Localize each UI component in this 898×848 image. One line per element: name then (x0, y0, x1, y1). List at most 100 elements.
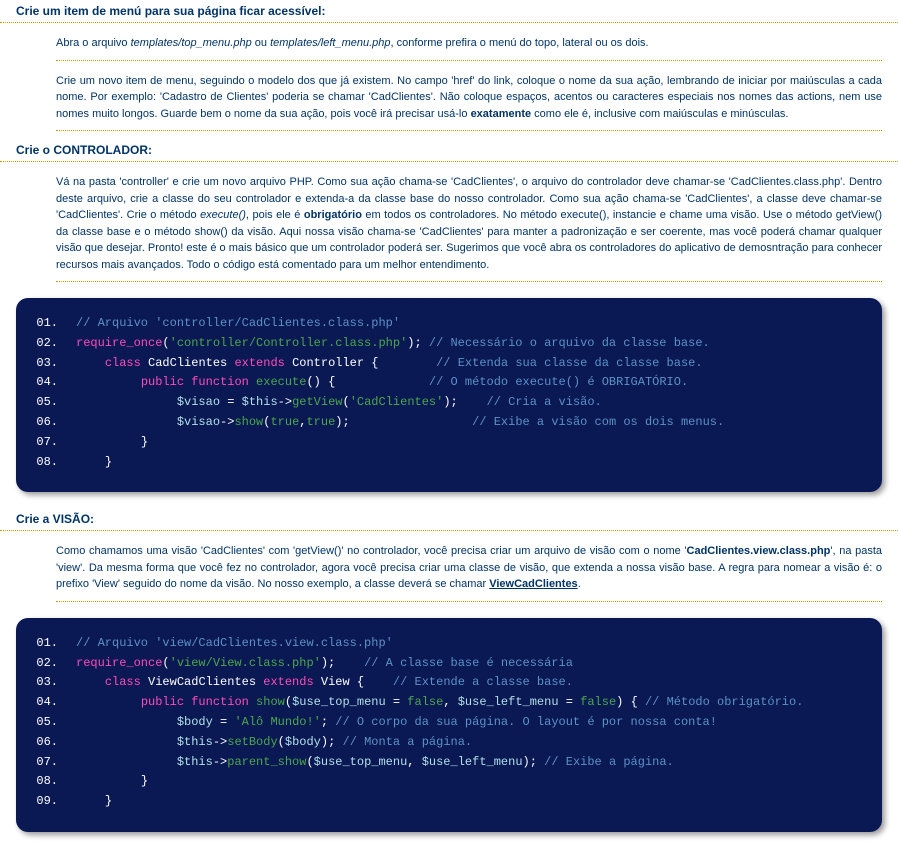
code-bool: true (306, 413, 335, 433)
code-fn: parent_show (227, 753, 306, 773)
line-number: 02. (28, 334, 76, 354)
code-op: ); (443, 393, 457, 413)
code-kw: class (105, 354, 141, 374)
code-fn: show (256, 693, 285, 713)
code-line: 08. } (28, 453, 870, 473)
code-var: $visao (177, 413, 220, 433)
code-op: ; (321, 713, 328, 733)
code-sp (227, 713, 234, 733)
section-title-menu: Crie um item de menú para sua página fic… (0, 0, 898, 23)
code-comment: // O método execute() é OBRIGATÓRIO. (429, 373, 688, 393)
code-op: ); (407, 334, 421, 354)
code-sp (76, 453, 105, 473)
code-line: 02.require_once('controller/Controller.c… (28, 334, 870, 354)
code-op: , (443, 693, 450, 713)
code-op: = (227, 393, 234, 413)
text: , conforme prefira o menú do topo, later… (391, 37, 649, 49)
code-op: ( (162, 334, 169, 354)
filepath-em: templates/top_menu.php (131, 37, 252, 49)
code-op: ) (616, 693, 623, 713)
code-sp (249, 373, 256, 393)
code-line: 09. } (28, 792, 870, 812)
code-comment: // Monta a página. (343, 733, 473, 753)
filepath-em: templates/left_menu.php (270, 37, 390, 49)
code-line: 05. $visao = $this->getView('CadClientes… (28, 393, 870, 413)
code-op: = (393, 693, 400, 713)
code-sp (76, 693, 141, 713)
code-op: } (141, 433, 148, 453)
code-sp (573, 693, 580, 713)
code-var: $this (177, 733, 213, 753)
code-sp (76, 413, 177, 433)
paragraph-controlador: Vá na pasta 'controller' e crie um novo … (56, 170, 882, 282)
code-sp (76, 673, 105, 693)
code-line: 07. $this->parent_show($use_top_menu, $u… (28, 753, 870, 773)
code-var: $visao (177, 393, 220, 413)
line-number: 03. (28, 354, 76, 374)
code-sp (76, 713, 177, 733)
code-comment: // O corpo da sua página. O layout é por… (335, 713, 717, 733)
line-number: 05. (28, 393, 76, 413)
code-plain: View (314, 673, 357, 693)
paragraph-visao: Como chamamos uma visão 'CadClientes' co… (56, 539, 882, 602)
code-sp (76, 354, 105, 374)
text: como ele é, inclusive com maiúsculas e m… (531, 108, 788, 120)
code-sp (76, 393, 177, 413)
bold-viewfile: CadClientes.view.class.php (687, 545, 831, 557)
code-str: 'view/View.class.php' (170, 654, 321, 674)
line-number: 03. (28, 673, 76, 693)
code-sp (335, 733, 342, 753)
code-kw: public (141, 373, 184, 393)
code-sp (386, 693, 393, 713)
code-sp (234, 393, 241, 413)
code-comment: // Extende a classe base. (393, 673, 573, 693)
section-title-visao: Crie a VISÃO: (0, 508, 898, 531)
paragraph-menu-item: Crie um novo item de menu, seguindo o mo… (56, 69, 882, 132)
code-kw: class (105, 673, 141, 693)
code-op: ( (162, 654, 169, 674)
code-op: , (299, 413, 306, 433)
link-viewcadclientes[interactable]: ViewCadClientes (489, 578, 577, 590)
code-var: $body (177, 713, 213, 733)
code-comment: // Necessário o arquivo da classe base. (422, 334, 710, 354)
code-sp (559, 693, 566, 713)
code-sp (249, 693, 256, 713)
text: . (578, 578, 581, 590)
code-bool: false (407, 693, 443, 713)
code-sp (76, 772, 141, 792)
code-line: 01.// Arquivo 'controller/CadClientes.cl… (28, 314, 870, 334)
code-sp (537, 753, 544, 773)
code-sp (350, 413, 472, 433)
line-number: 07. (28, 753, 76, 773)
code-sp (76, 733, 177, 753)
line-number: 06. (28, 733, 76, 753)
code-var: $this (177, 753, 213, 773)
code-block-view: 01.// Arquivo 'view/CadClientes.view.cla… (16, 618, 882, 832)
code-sp (623, 693, 630, 713)
code-kw: extends (263, 673, 313, 693)
code-op: ); (321, 654, 335, 674)
code-comment: // Método obrigatório. (645, 693, 803, 713)
code-sp (379, 354, 437, 374)
code-plain: Controller (285, 354, 371, 374)
code-sp (76, 373, 141, 393)
code-sp (213, 713, 220, 733)
code-comment: // Arquivo 'view/CadClientes.view.class.… (76, 634, 393, 654)
paragraph-menu-files: Abra o arquivo templates/top_menu.php ou… (56, 31, 882, 61)
code-op: } (141, 772, 148, 792)
code-fn: execute (256, 373, 306, 393)
code-op: -> (213, 753, 227, 773)
code-kw: extends (234, 354, 284, 374)
code-var: $use_left_menu (458, 693, 559, 713)
line-number: 09. (28, 792, 76, 812)
code-op: () (306, 373, 320, 393)
code-bool: false (580, 693, 616, 713)
code-str: 'Alô Mundo!' (234, 713, 320, 733)
code-sp (76, 433, 141, 453)
code-op: ( (278, 733, 285, 753)
code-kw: require_once (76, 654, 162, 674)
line-number: 05. (28, 713, 76, 733)
code-line: 04. public function show($use_top_menu =… (28, 693, 870, 713)
code-op: ( (285, 693, 292, 713)
code-sp (335, 654, 364, 674)
